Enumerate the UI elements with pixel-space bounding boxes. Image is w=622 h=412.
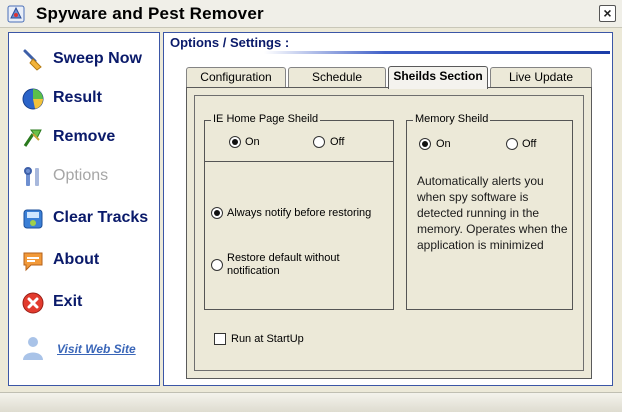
main-panel: Options / Settings : Configuration Sched… — [163, 32, 613, 386]
sidebar-item-label: Clear Tracks — [53, 209, 149, 226]
sidebar-item-result[interactable]: Result — [9, 84, 159, 114]
visit-web-site-link[interactable]: Visit Web Site — [57, 342, 136, 356]
page-title: Options / Settings : — [170, 35, 290, 50]
exit-icon — [22, 292, 44, 314]
disk-icon — [23, 209, 43, 229]
ie-home-page-shield-group: IE Home Page Sheild On Off Always notify… — [204, 113, 394, 310]
title-bar: Spyware and Pest Remover × — [0, 0, 622, 28]
sidebar-item-about[interactable]: About — [9, 246, 159, 276]
close-button[interactable]: × — [599, 5, 616, 22]
ie-shield-off-radio[interactable] — [313, 136, 325, 148]
run-at-startup-checkbox[interactable] — [214, 333, 226, 345]
always-notify-radio[interactable] — [211, 207, 223, 219]
sidebar-item-label: About — [53, 251, 100, 268]
restore-default-radio[interactable] — [211, 259, 223, 271]
chart-icon — [22, 88, 44, 110]
sidebar-item-exit[interactable]: Exit — [9, 288, 159, 318]
speech-bubble-icon — [23, 252, 43, 272]
bug-spray-icon — [23, 129, 42, 147]
memory-shield-off-radio[interactable] — [506, 138, 518, 150]
ie-shield-off-label: Off — [330, 136, 345, 148]
memory-shield-description: Automatically alerts you when spy softwa… — [417, 174, 568, 252]
sidebar-item-label: Remove — [53, 128, 116, 145]
sidebar-item-label: Exit — [53, 293, 83, 310]
app-logo-icon — [7, 5, 25, 23]
sidebar-item-label: Options — [53, 167, 109, 184]
tab-configuration[interactable]: Configuration — [186, 67, 286, 87]
tab-schedule[interactable]: Schedule — [288, 67, 386, 87]
always-notify-label: Always notify before restoring — [227, 207, 372, 219]
status-bar — [0, 392, 622, 412]
sidebar: Sweep Now Result Remove Options Clear Tr… — [8, 32, 160, 386]
tools-icon — [24, 167, 39, 186]
tab-sheilds-section[interactable]: Sheilds Section — [388, 66, 488, 89]
tab-live-update[interactable]: Live Update — [490, 67, 592, 87]
memory-shield-on-label: On — [436, 138, 451, 150]
sidebar-item-options[interactable]: Options — [9, 162, 159, 192]
run-at-startup-label: Run at StartUp — [231, 333, 304, 345]
memory-shield-off-label: Off — [522, 138, 537, 150]
ie-shield-on-radio[interactable] — [229, 136, 241, 148]
tab-panel: IE Home Page Sheild On Off Always notify… — [186, 87, 592, 379]
sidebar-item-clear-tracks[interactable]: Clear Tracks — [9, 204, 159, 234]
sidebar-item-label: Result — [53, 89, 102, 106]
sidebar-item-remove[interactable]: Remove — [9, 123, 159, 153]
ie-shield-divider — [205, 161, 393, 162]
window-title: Spyware and Pest Remover — [36, 4, 264, 23]
shields-container: IE Home Page Sheild On Off Always notify… — [194, 95, 584, 371]
restore-default-label: Restore default without notification — [227, 252, 340, 277]
user-icon — [23, 337, 43, 360]
sidebar-item-sweep-now[interactable]: Sweep Now — [9, 45, 159, 75]
sidebar-item-label: Sweep Now — [53, 50, 142, 67]
ie-shield-legend: IE Home Page Sheild — [211, 113, 321, 125]
broom-icon — [23, 49, 42, 71]
memory-shield-legend: Memory Sheild — [413, 113, 491, 125]
ie-shield-on-label: On — [245, 136, 260, 148]
memory-shield-group: Memory Sheild On Off Automatically alert… — [406, 113, 573, 310]
title-underline — [264, 51, 610, 54]
memory-shield-on-radio[interactable] — [419, 138, 431, 150]
